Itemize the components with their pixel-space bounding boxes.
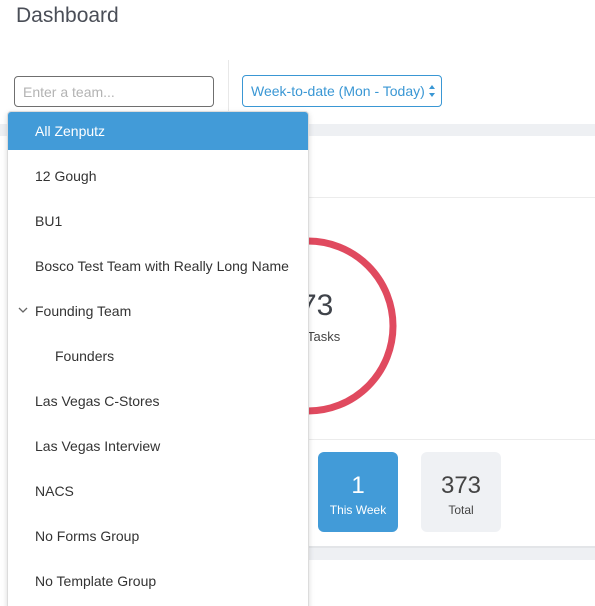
dropdown-item-no-forms-group[interactable]: No Forms Group: [8, 517, 308, 555]
dropdown-item-label: BU1: [35, 213, 63, 229]
stat-value: 373: [440, 472, 482, 499]
dropdown-item-label: NACS: [35, 483, 74, 499]
dropdown-item-founders[interactable]: Founders: [8, 337, 308, 375]
dropdown-item-las-vegas-c-stores[interactable]: Las Vegas C-Stores: [8, 382, 308, 420]
stat-this-week[interactable]: 1 This Week: [318, 452, 398, 532]
period-select[interactable]: Week-to-date (Mon - Today): [242, 75, 442, 107]
dropdown-item-label: Founders: [55, 348, 115, 364]
dashboard-page: Dashboard Week-to-date (Mon - Today) 73 …: [0, 0, 595, 606]
chevron-down-icon[interactable]: [18, 306, 28, 314]
dropdown-item-bu1[interactable]: BU1: [8, 202, 308, 240]
team-search-input[interactable]: [14, 76, 214, 107]
dropdown-item-founding-team[interactable]: Founding Team: [8, 292, 308, 330]
content-background-band: [300, 548, 595, 560]
stat-label: This Week: [329, 503, 387, 517]
dropdown-item-label: All Zenputz: [35, 123, 106, 139]
card-divider: [300, 439, 595, 440]
page-title: Dashboard: [16, 4, 119, 27]
select-arrows-icon: [429, 85, 435, 97]
stat-value: 1: [351, 472, 365, 499]
dropdown-item-label: Las Vegas C-Stores: [35, 393, 160, 409]
dropdown-item-bosco-test-team[interactable]: Bosco Test Team with Really Long Name: [8, 247, 308, 285]
dropdown-item-label: No Template Group: [35, 573, 157, 589]
team-dropdown-menu: All Zenputz 12 Gough BU1 Bosco Test Team…: [7, 111, 309, 606]
period-select-value: Week-to-date (Mon - Today): [251, 83, 425, 99]
dropdown-item-label: Founding Team: [35, 303, 132, 319]
stat-label: Total: [448, 503, 474, 517]
dropdown-item-label: No Forms Group: [35, 528, 140, 544]
dropdown-item-label: Bosco Test Team with Really Long Name: [35, 258, 289, 274]
dropdown-item-no-template-group[interactable]: No Template Group: [8, 562, 308, 600]
dropdown-item-nacs[interactable]: NACS: [8, 472, 308, 510]
card-divider: [300, 197, 595, 198]
dropdown-item-label: 12 Gough: [35, 168, 97, 184]
dropdown-item-all-zenputz[interactable]: All Zenputz: [8, 112, 308, 150]
dropdown-item-label: Las Vegas Interview: [35, 438, 161, 454]
stat-total[interactable]: 373 Total: [421, 452, 501, 532]
dropdown-item-12-gough[interactable]: 12 Gough: [8, 157, 308, 195]
dropdown-item-las-vegas-interview[interactable]: Las Vegas Interview: [8, 427, 308, 465]
